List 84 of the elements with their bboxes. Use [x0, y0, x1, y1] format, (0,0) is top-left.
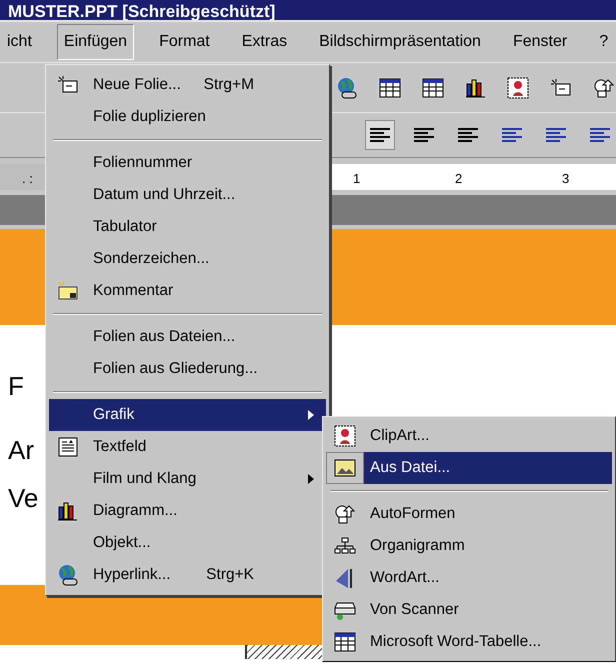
menu-item[interactable]: Organigramm: [326, 530, 612, 562]
clipart-picture-icon: [334, 425, 356, 447]
menu-label: Film und Klang: [92, 469, 198, 490]
menu-label: Organigramm: [369, 536, 466, 556]
menu-label: Neue Folie...: [92, 75, 182, 96]
menu-item[interactable]: Foliennummer: [49, 147, 326, 179]
shapes-icon: [592, 76, 615, 98]
bar-chart-icon: [464, 78, 487, 98]
new-slide-icon: [550, 78, 572, 98]
menu-item[interactable]: Einfügen: [56, 24, 134, 60]
menu-item[interactable]: Tabulator: [49, 211, 326, 243]
table-icon: [379, 78, 402, 98]
globe-link-icon: [336, 76, 358, 98]
ruler-number: . :: [22, 170, 33, 188]
shapes-icon: [334, 503, 356, 525]
menu-label: Aus Datei...: [369, 458, 452, 478]
align-lines-icon: [501, 127, 523, 143]
menu-item[interactable]: Kommentar: [49, 275, 326, 307]
align-lines-icon: [369, 127, 391, 143]
align-lines-icon: [589, 127, 611, 143]
menu-label: Datum und Uhrzeit...: [92, 185, 236, 206]
menu-item[interactable]: Format: [152, 24, 217, 60]
slide-text: Ar: [8, 434, 34, 467]
ruler-number: 2: [455, 170, 462, 188]
menu-label: ClipArt...: [369, 426, 430, 446]
table-icon: [422, 78, 444, 98]
menu-label: WordArt...: [369, 568, 440, 588]
menu-label: Folie duplizieren: [92, 107, 207, 128]
note-icon: [57, 281, 79, 301]
globe-link-icon: [57, 564, 79, 586]
menu-item[interactable]: Sonderzeichen...: [49, 243, 326, 275]
menu-item[interactable]: Bildschirmpräsentation: [312, 24, 488, 60]
table-icon: [334, 632, 356, 652]
menu-label: Foliennummer: [92, 153, 194, 174]
org-chart-icon: [334, 537, 356, 555]
slide-text: Ve: [8, 482, 38, 515]
menu-item[interactable]: icht: [0, 24, 39, 60]
menu-item[interactable]: Grafik: [49, 399, 326, 431]
menu-item[interactable]: Film und Klang: [49, 463, 326, 495]
menu-item[interactable]: Neue Folie... Strg+M: [49, 69, 326, 101]
menu-item[interactable]: WordArt...: [326, 562, 612, 594]
menu-label: Sonderzeichen...: [92, 249, 210, 270]
menu-item[interactable]: Fenster: [506, 24, 574, 60]
menu-item[interactable]: Von Scanner: [326, 594, 612, 626]
image-icon: [334, 458, 356, 478]
menu-item[interactable]: ClipArt...: [326, 420, 612, 452]
menu-item[interactable]: Folie duplizieren: [49, 101, 326, 133]
align-lines-icon: [457, 127, 479, 143]
menu-label: Kommentar: [92, 281, 174, 302]
menu-item[interactable]: ?: [592, 24, 616, 60]
ruler-number: 3: [562, 170, 570, 188]
menu-item[interactable]: Hyperlink... Strg+K: [49, 559, 326, 591]
shortcut-label: Strg+M: [204, 75, 255, 96]
menu-item[interactable]: Folien aus Gliederung...: [49, 353, 326, 385]
menu-label: Hyperlink...: [92, 565, 172, 586]
menu-item[interactable]: Aus Datei...: [326, 452, 612, 484]
menu-item[interactable]: Diagramm...: [49, 495, 326, 527]
bar-chart-icon: [57, 501, 79, 521]
slide-text: F: [8, 370, 24, 403]
menu-item[interactable]: Microsoft Word-Tabelle...: [326, 626, 612, 658]
menu-label: Folien aus Gliederung...: [92, 359, 259, 380]
menu-label: Objekt...: [92, 533, 152, 554]
menu-label: AutoFormen: [369, 504, 456, 524]
menu-label: Diagramm...: [92, 501, 178, 522]
align-button[interactable]: [365, 120, 395, 150]
new-slide-icon: [57, 75, 79, 95]
menu-item[interactable]: Objekt...: [49, 527, 326, 559]
align-lines-icon: [545, 127, 567, 143]
menu-label: Folien aus Dateien...: [92, 327, 236, 348]
menu-label: Grafik: [92, 405, 136, 426]
menu-item[interactable]: Textfeld: [49, 431, 326, 463]
menu-label: Microsoft Word-Tabelle...: [369, 632, 542, 652]
menu-item[interactable]: Datum und Uhrzeit...: [49, 179, 326, 211]
text-box-icon: [58, 437, 78, 457]
menu-label: Von Scanner: [369, 600, 460, 620]
align-lines-icon: [413, 127, 435, 143]
menu-item[interactable]: Folien aus Dateien...: [49, 321, 326, 353]
shortcut-label: Strg+K: [206, 565, 255, 586]
clipart-picture-icon: [507, 76, 530, 98]
menu-label: Tabulator: [92, 217, 158, 238]
menu-item[interactable]: AutoFormen: [326, 498, 612, 530]
menu-label: Textfeld: [92, 437, 148, 458]
menu-item[interactable]: Extras: [234, 24, 294, 60]
ruler-number: 1: [353, 170, 360, 188]
